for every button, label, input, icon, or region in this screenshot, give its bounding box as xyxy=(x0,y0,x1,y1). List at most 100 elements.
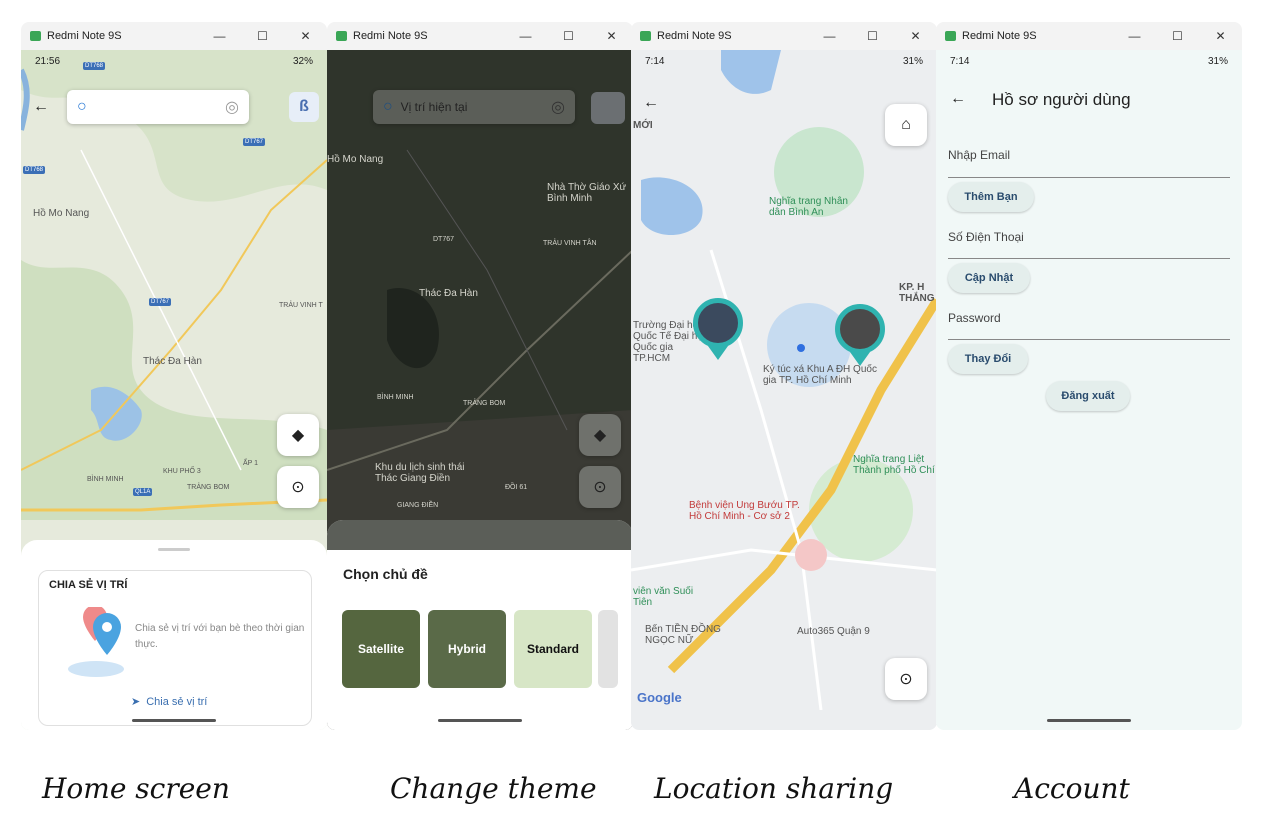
home-indicator[interactable] xyxy=(1047,719,1131,722)
status-battery: 32% xyxy=(292,56,313,67)
map-label: Nghĩa trang Liệt Thành phố Hồ Chí xyxy=(853,454,935,476)
caption-location: Location sharing xyxy=(654,772,894,805)
close-button[interactable]: ✕ xyxy=(894,29,937,43)
map-label: DT767 xyxy=(433,236,455,243)
account-screen-window: Redmi Note 9S — ☐ ✕ 7:14 31% ← Hồ sơ ngư… xyxy=(936,22,1242,730)
map-label: Thác Đa Hàn xyxy=(143,356,202,367)
window-title: Redmi Note 9S xyxy=(47,30,122,42)
location-screen: MỚI Nghĩa trang Nhân dân Bình An Trường … xyxy=(631,50,937,730)
status-bar: 7:14 31% xyxy=(631,56,937,72)
search-icon: ○ xyxy=(77,98,87,115)
window-title: Redmi Note 9S xyxy=(657,30,732,42)
back-arrow-icon[interactable]: ← xyxy=(643,94,659,112)
home-screen: Hồ Mo Nang Thác Đa Hàn TRẢU VINH T KHU P… xyxy=(21,50,327,730)
share-location-card: CHIA SẺ VỊ TRÍ Chia sẻ vị trí với bạn bè… xyxy=(38,570,312,726)
close-button[interactable]: ✕ xyxy=(1199,29,1242,43)
theme-screen-window: Redmi Note 9S — ☐ ✕ Hồ Mo Nang Nhà Thờ G… xyxy=(327,22,633,730)
home-button[interactable]: ⌂ xyxy=(885,104,927,146)
app-icon xyxy=(30,31,41,41)
map-view[interactable]: MỚI Nghĩa trang Nhân dân Bình An Trường … xyxy=(631,50,937,730)
map-label: viên văn Suối Tiên xyxy=(633,586,694,608)
phone-field-underline xyxy=(948,258,1230,259)
map-label: ẤP 1 xyxy=(243,460,259,467)
theme-option-satellite[interactable]: Satellite xyxy=(342,610,420,688)
map-label: Auto365 Quận 9 xyxy=(797,626,870,637)
caption-home: Home screen xyxy=(42,772,230,805)
road-tag: DT767 xyxy=(243,138,266,146)
friend-avatar xyxy=(693,298,743,348)
avatar[interactable]: ß xyxy=(289,92,319,122)
map-label: ĐỒI 61 xyxy=(505,484,528,491)
map-label: TRẢNG BOM xyxy=(463,400,506,407)
map-label: Bến TIỀN ĐỒNG NGỌC NỮ xyxy=(645,624,721,646)
theme-option-standard[interactable]: Standard xyxy=(514,610,592,688)
close-button[interactable]: ✕ xyxy=(590,29,633,43)
layers-button[interactable]: ◆ xyxy=(579,414,621,456)
friend-marker[interactable] xyxy=(693,298,743,362)
map-label: BÌNH MINH xyxy=(87,476,124,483)
theme-option-hybrid[interactable]: Hybrid xyxy=(428,610,506,688)
road-tag: DT767 xyxy=(149,298,172,306)
maximize-button[interactable]: ☐ xyxy=(241,29,284,43)
map-label: TRẢU VINH TÂN xyxy=(543,240,597,247)
email-field[interactable]: Nhập Email xyxy=(948,148,1010,162)
my-location-button[interactable]: ⊙ xyxy=(579,466,621,508)
map-label: Bệnh viện Ung Bướu TP. Hồ Chí Minh - Cơ … xyxy=(689,500,800,522)
page-title: Hồ sơ người dùng xyxy=(992,90,1131,109)
share-card-title: CHIA SẺ VỊ TRÍ xyxy=(49,579,128,591)
update-button[interactable]: Cập Nhật xyxy=(948,263,1030,293)
caption-account: Account xyxy=(1014,772,1130,805)
app-icon xyxy=(336,31,347,41)
home-screen-window: Redmi Note 9S — ☐ ✕ Hồ Mo Nang Thác Đa H… xyxy=(21,22,327,730)
my-location-icon: ⊙ xyxy=(291,479,305,496)
my-location-button[interactable]: ⊙ xyxy=(277,466,319,508)
change-password-button[interactable]: Thay Đổi xyxy=(948,344,1028,374)
search-bar[interactable]: ○ Vị trí hiện tại ◎ xyxy=(373,90,575,124)
avatar[interactable] xyxy=(591,92,625,124)
app-icon xyxy=(945,31,956,41)
minimize-button[interactable]: — xyxy=(1113,29,1156,43)
layers-button[interactable]: ◆ xyxy=(277,414,319,456)
search-bar[interactable]: ○ ◎ xyxy=(67,90,249,124)
window-titlebar: Redmi Note 9S — ☐ ✕ xyxy=(21,22,327,50)
friend-marker[interactable] xyxy=(835,304,885,368)
road-tag: QL1A xyxy=(133,488,153,496)
marker-pin-icon xyxy=(708,346,728,360)
home-indicator[interactable] xyxy=(438,719,522,722)
minimize-button[interactable]: — xyxy=(808,29,851,43)
friend-avatar xyxy=(835,304,885,354)
back-arrow-icon[interactable]: ← xyxy=(950,90,966,108)
theme-option-more[interactable] xyxy=(598,610,618,688)
map-label: Nhà Thờ Giáo Xứ Bình Minh xyxy=(547,182,627,204)
minimize-button[interactable]: — xyxy=(198,29,241,43)
home-indicator[interactable] xyxy=(132,719,216,722)
search-input[interactable]: Vị trí hiện tại xyxy=(401,100,551,114)
phone-field[interactable]: Số Điện Thoại xyxy=(948,230,1024,244)
maximize-button[interactable]: ☐ xyxy=(1156,29,1199,43)
map-label: TRẢU VINH T xyxy=(279,302,323,309)
send-arrow-icon: ➤ xyxy=(131,696,141,708)
location-target-icon[interactable]: ◎ xyxy=(225,97,239,117)
app-icon xyxy=(640,31,651,41)
maximize-button[interactable]: ☐ xyxy=(851,29,894,43)
location-target-icon[interactable]: ◎ xyxy=(551,97,565,117)
share-location-link[interactable]: ➤ Chia sẻ vị trí xyxy=(131,695,207,709)
account-screen: 7:14 31% ← Hồ sơ người dùng Nhập Email T… xyxy=(936,50,1242,730)
add-friend-button[interactable]: Thêm Bạn xyxy=(948,182,1034,212)
password-field[interactable]: Password xyxy=(948,311,1001,325)
logout-button[interactable]: Đăng xuất xyxy=(1046,381,1130,411)
map-label: Thác Đa Hàn xyxy=(419,288,478,299)
map-label: MỚI xyxy=(633,120,653,131)
map-label: Nghĩa trang Nhân dân Bình An xyxy=(769,196,848,218)
search-icon: ○ xyxy=(383,98,393,115)
close-button[interactable]: ✕ xyxy=(284,29,327,43)
bottom-sheet: CHIA SẺ VỊ TRÍ Chia sẻ vị trí với bạn bè… xyxy=(21,540,327,730)
sheet-handle[interactable] xyxy=(158,548,190,551)
maximize-button[interactable]: ☐ xyxy=(547,29,590,43)
my-location-button[interactable]: ⊙ xyxy=(885,658,927,700)
window-titlebar: Redmi Note 9S — ☐ ✕ xyxy=(631,22,937,50)
current-location-dot xyxy=(797,344,805,352)
minimize-button[interactable]: — xyxy=(504,29,547,43)
back-arrow-icon[interactable]: ← xyxy=(33,98,49,116)
status-time: 7:14 xyxy=(950,56,970,67)
